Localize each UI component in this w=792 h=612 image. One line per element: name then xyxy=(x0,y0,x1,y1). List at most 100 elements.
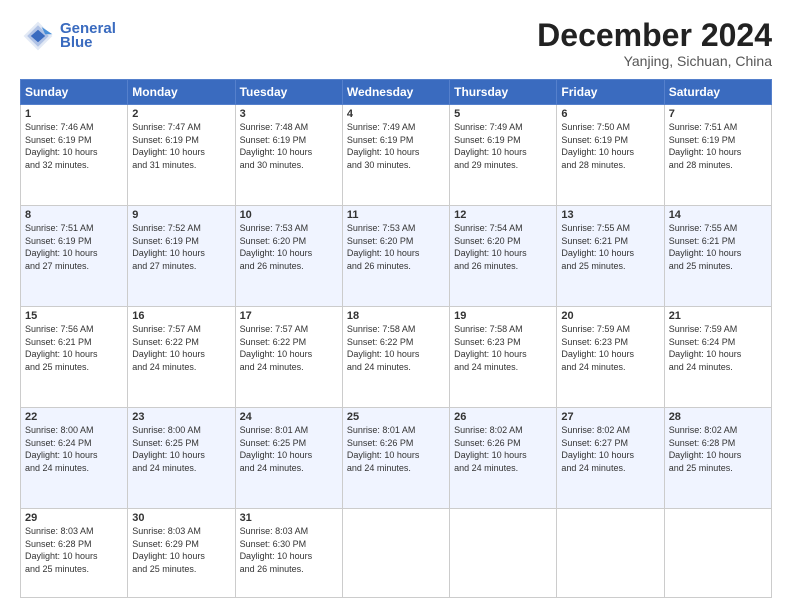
calendar-weekday-sunday: Sunday xyxy=(21,80,128,105)
page: General Blue December 2024 Yanjing, Sich… xyxy=(0,0,792,612)
table-row: 20Sunrise: 7:59 AM Sunset: 6:23 PM Dayli… xyxy=(557,307,664,408)
table-row: 12Sunrise: 7:54 AM Sunset: 6:20 PM Dayli… xyxy=(450,206,557,307)
day-number: 28 xyxy=(669,411,767,423)
day-number: 22 xyxy=(25,411,123,423)
table-row: 28Sunrise: 8:02 AM Sunset: 6:28 PM Dayli… xyxy=(664,408,771,509)
day-info: Sunrise: 7:57 AM Sunset: 6:22 PM Dayligh… xyxy=(132,323,230,373)
day-info: Sunrise: 7:58 AM Sunset: 6:22 PM Dayligh… xyxy=(347,323,445,373)
day-info: Sunrise: 8:02 AM Sunset: 6:27 PM Dayligh… xyxy=(561,424,659,474)
day-info: Sunrise: 8:02 AM Sunset: 6:26 PM Dayligh… xyxy=(454,424,552,474)
day-number: 7 xyxy=(669,108,767,120)
day-number: 16 xyxy=(132,310,230,322)
calendar-weekday-tuesday: Tuesday xyxy=(235,80,342,105)
day-info: Sunrise: 8:01 AM Sunset: 6:26 PM Dayligh… xyxy=(347,424,445,474)
day-info: Sunrise: 8:03 AM Sunset: 6:28 PM Dayligh… xyxy=(25,525,123,575)
day-number: 13 xyxy=(561,209,659,221)
table-row: 19Sunrise: 7:58 AM Sunset: 6:23 PM Dayli… xyxy=(450,307,557,408)
day-number: 6 xyxy=(561,108,659,120)
table-row: 8Sunrise: 7:51 AM Sunset: 6:19 PM Daylig… xyxy=(21,206,128,307)
table-row: 4Sunrise: 7:49 AM Sunset: 6:19 PM Daylig… xyxy=(342,105,449,206)
day-info: Sunrise: 7:52 AM Sunset: 6:19 PM Dayligh… xyxy=(132,222,230,272)
day-number: 25 xyxy=(347,411,445,423)
day-info: Sunrise: 7:49 AM Sunset: 6:19 PM Dayligh… xyxy=(454,121,552,171)
day-number: 8 xyxy=(25,209,123,221)
logo-icon xyxy=(20,18,56,54)
table-row: 29Sunrise: 8:03 AM Sunset: 6:28 PM Dayli… xyxy=(21,509,128,598)
day-number: 3 xyxy=(240,108,338,120)
table-row: 24Sunrise: 8:01 AM Sunset: 6:25 PM Dayli… xyxy=(235,408,342,509)
day-info: Sunrise: 7:58 AM Sunset: 6:23 PM Dayligh… xyxy=(454,323,552,373)
day-number: 24 xyxy=(240,411,338,423)
day-number: 15 xyxy=(25,310,123,322)
day-number: 29 xyxy=(25,512,123,524)
table-row: 9Sunrise: 7:52 AM Sunset: 6:19 PM Daylig… xyxy=(128,206,235,307)
day-info: Sunrise: 8:01 AM Sunset: 6:25 PM Dayligh… xyxy=(240,424,338,474)
table-row: 27Sunrise: 8:02 AM Sunset: 6:27 PM Dayli… xyxy=(557,408,664,509)
day-number: 4 xyxy=(347,108,445,120)
day-number: 21 xyxy=(669,310,767,322)
day-number: 10 xyxy=(240,209,338,221)
day-number: 17 xyxy=(240,310,338,322)
day-info: Sunrise: 7:55 AM Sunset: 6:21 PM Dayligh… xyxy=(561,222,659,272)
table-row: 3Sunrise: 7:48 AM Sunset: 6:19 PM Daylig… xyxy=(235,105,342,206)
calendar-weekday-wednesday: Wednesday xyxy=(342,80,449,105)
table-row: 31Sunrise: 8:03 AM Sunset: 6:30 PM Dayli… xyxy=(235,509,342,598)
table-row: 1Sunrise: 7:46 AM Sunset: 6:19 PM Daylig… xyxy=(21,105,128,206)
day-info: Sunrise: 7:49 AM Sunset: 6:19 PM Dayligh… xyxy=(347,121,445,171)
table-row: 10Sunrise: 7:53 AM Sunset: 6:20 PM Dayli… xyxy=(235,206,342,307)
table-row: 17Sunrise: 7:57 AM Sunset: 6:22 PM Dayli… xyxy=(235,307,342,408)
day-info: Sunrise: 7:47 AM Sunset: 6:19 PM Dayligh… xyxy=(132,121,230,171)
table-row: 14Sunrise: 7:55 AM Sunset: 6:21 PM Dayli… xyxy=(664,206,771,307)
day-info: Sunrise: 8:00 AM Sunset: 6:25 PM Dayligh… xyxy=(132,424,230,474)
calendar-header-row: SundayMondayTuesdayWednesdayThursdayFrid… xyxy=(21,80,772,105)
day-number: 19 xyxy=(454,310,552,322)
table-row: 23Sunrise: 8:00 AM Sunset: 6:25 PM Dayli… xyxy=(128,408,235,509)
day-number: 18 xyxy=(347,310,445,322)
day-info: Sunrise: 7:51 AM Sunset: 6:19 PM Dayligh… xyxy=(25,222,123,272)
table-row: 21Sunrise: 7:59 AM Sunset: 6:24 PM Dayli… xyxy=(664,307,771,408)
table-row: 15Sunrise: 7:56 AM Sunset: 6:21 PM Dayli… xyxy=(21,307,128,408)
table-row: 7Sunrise: 7:51 AM Sunset: 6:19 PM Daylig… xyxy=(664,105,771,206)
logo-text: General Blue xyxy=(60,20,116,52)
table-row xyxy=(342,509,449,598)
day-number: 30 xyxy=(132,512,230,524)
table-row xyxy=(664,509,771,598)
day-number: 23 xyxy=(132,411,230,423)
day-info: Sunrise: 7:53 AM Sunset: 6:20 PM Dayligh… xyxy=(347,222,445,272)
table-row: 30Sunrise: 8:03 AM Sunset: 6:29 PM Dayli… xyxy=(128,509,235,598)
day-number: 1 xyxy=(25,108,123,120)
calendar-weekday-monday: Monday xyxy=(128,80,235,105)
day-info: Sunrise: 7:56 AM Sunset: 6:21 PM Dayligh… xyxy=(25,323,123,373)
day-info: Sunrise: 7:46 AM Sunset: 6:19 PM Dayligh… xyxy=(25,121,123,171)
day-info: Sunrise: 7:57 AM Sunset: 6:22 PM Dayligh… xyxy=(240,323,338,373)
day-info: Sunrise: 7:55 AM Sunset: 6:21 PM Dayligh… xyxy=(669,222,767,272)
day-number: 14 xyxy=(669,209,767,221)
day-number: 2 xyxy=(132,108,230,120)
table-row: 26Sunrise: 8:02 AM Sunset: 6:26 PM Dayli… xyxy=(450,408,557,509)
day-number: 27 xyxy=(561,411,659,423)
calendar-weekday-friday: Friday xyxy=(557,80,664,105)
month-title: December 2024 xyxy=(537,18,772,53)
title-section: December 2024 Yanjing, Sichuan, China xyxy=(537,18,772,69)
day-number: 20 xyxy=(561,310,659,322)
table-row: 2Sunrise: 7:47 AM Sunset: 6:19 PM Daylig… xyxy=(128,105,235,206)
day-number: 12 xyxy=(454,209,552,221)
day-info: Sunrise: 8:03 AM Sunset: 6:30 PM Dayligh… xyxy=(240,525,338,575)
day-info: Sunrise: 8:02 AM Sunset: 6:28 PM Dayligh… xyxy=(669,424,767,474)
subtitle: Yanjing, Sichuan, China xyxy=(537,53,772,69)
day-number: 11 xyxy=(347,209,445,221)
day-info: Sunrise: 7:53 AM Sunset: 6:20 PM Dayligh… xyxy=(240,222,338,272)
table-row: 22Sunrise: 8:00 AM Sunset: 6:24 PM Dayli… xyxy=(21,408,128,509)
table-row: 13Sunrise: 7:55 AM Sunset: 6:21 PM Dayli… xyxy=(557,206,664,307)
day-info: Sunrise: 7:50 AM Sunset: 6:19 PM Dayligh… xyxy=(561,121,659,171)
day-info: Sunrise: 7:48 AM Sunset: 6:19 PM Dayligh… xyxy=(240,121,338,171)
day-info: Sunrise: 7:59 AM Sunset: 6:23 PM Dayligh… xyxy=(561,323,659,373)
calendar-weekday-thursday: Thursday xyxy=(450,80,557,105)
day-number: 31 xyxy=(240,512,338,524)
table-row xyxy=(557,509,664,598)
table-row xyxy=(450,509,557,598)
table-row: 5Sunrise: 7:49 AM Sunset: 6:19 PM Daylig… xyxy=(450,105,557,206)
table-row: 11Sunrise: 7:53 AM Sunset: 6:20 PM Dayli… xyxy=(342,206,449,307)
day-number: 5 xyxy=(454,108,552,120)
day-info: Sunrise: 8:03 AM Sunset: 6:29 PM Dayligh… xyxy=(132,525,230,575)
